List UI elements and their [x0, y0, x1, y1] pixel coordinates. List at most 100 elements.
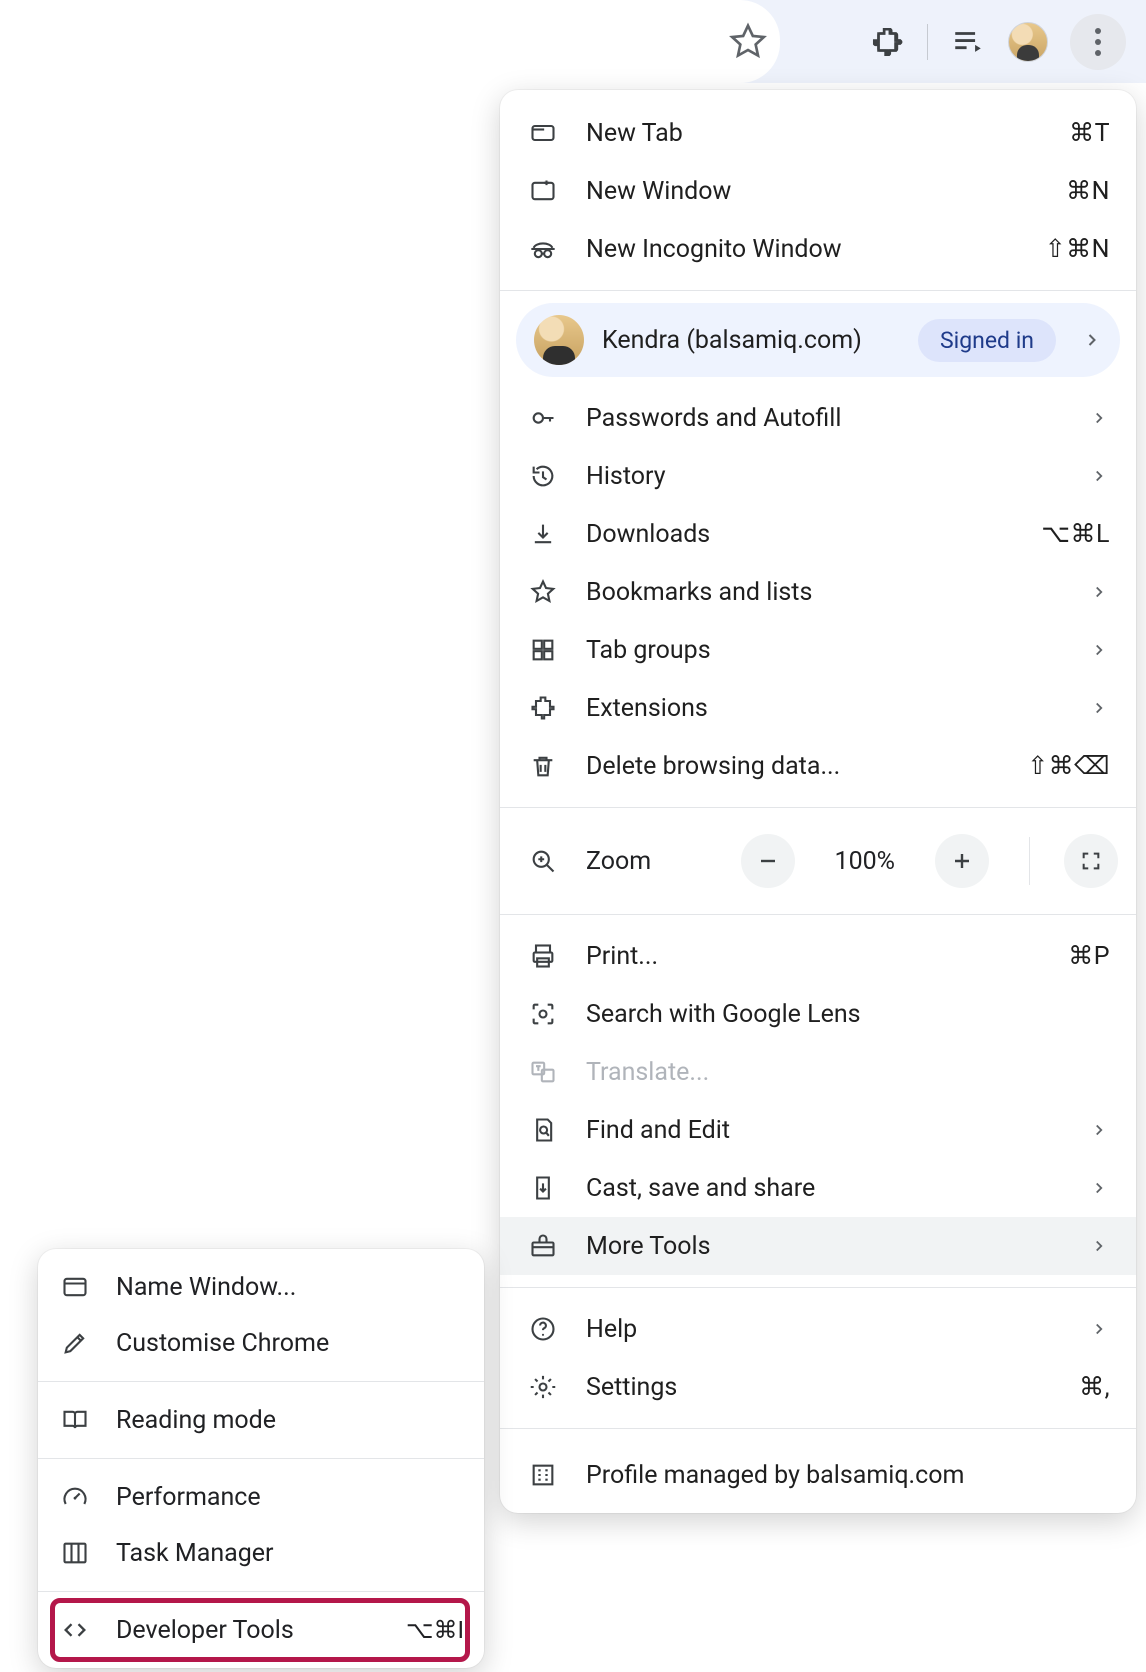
- menu-separator: [38, 1591, 484, 1592]
- menu-profile[interactable]: Kendra (balsamiq.com) Signed in: [516, 303, 1120, 377]
- menu-label: Translate...: [586, 1058, 1110, 1087]
- menu-print[interactable]: Print... ⌘P: [500, 927, 1136, 985]
- menu-history[interactable]: History: [500, 447, 1136, 505]
- submenu-performance[interactable]: Performance: [38, 1469, 484, 1525]
- submenu-label: Performance: [116, 1483, 464, 1512]
- menu-new-window[interactable]: New Window ⌘N: [500, 162, 1136, 220]
- more-menu-button[interactable]: [1070, 14, 1126, 70]
- incognito-icon: [526, 232, 560, 266]
- lens-icon: [526, 997, 560, 1031]
- speedometer-icon: [58, 1483, 92, 1511]
- menu-label: Downloads: [586, 520, 1015, 549]
- menu-label: Help: [586, 1315, 1062, 1344]
- menu-label: New Incognito Window: [586, 235, 1019, 264]
- shortcut: ⇧⌘N: [1045, 234, 1110, 264]
- chevron-right-icon: [1088, 583, 1110, 601]
- menu-cast-save-share[interactable]: Cast, save and share: [500, 1159, 1136, 1217]
- menu-label: History: [586, 462, 1062, 491]
- book-icon: [58, 1406, 92, 1434]
- menu-delete-browsing[interactable]: Delete browsing data... ⇧⌘⌫: [500, 737, 1136, 795]
- profile-label: Kendra (balsamiq.com): [602, 326, 900, 355]
- columns-icon: [58, 1539, 92, 1567]
- submenu-name-window[interactable]: Name Window...: [38, 1259, 484, 1315]
- chevron-right-icon: [1074, 330, 1102, 350]
- menu-label: Passwords and Autofill: [586, 404, 1062, 433]
- chevron-right-icon: [1088, 1121, 1110, 1139]
- menu-new-tab[interactable]: New Tab ⌘T: [500, 104, 1136, 162]
- submenu-task-manager[interactable]: Task Manager: [38, 1525, 484, 1581]
- chevron-right-icon: [1088, 1320, 1110, 1338]
- submenu-label: Reading mode: [116, 1406, 464, 1435]
- menu-label: Settings: [586, 1373, 1053, 1402]
- shortcut: ⌥⌘I: [406, 1616, 464, 1644]
- chevron-right-icon: [1088, 467, 1110, 485]
- avatar: [534, 315, 584, 365]
- address-bar-right: [0, 0, 780, 83]
- submenu-developer-tools[interactable]: Developer Tools ⌥⌘I: [38, 1602, 484, 1658]
- bookmark-star-icon[interactable]: [728, 21, 768, 61]
- zoom-in-button[interactable]: [935, 834, 989, 888]
- building-icon: [526, 1458, 560, 1492]
- shortcut: ⇧⌘⌫: [1027, 751, 1110, 781]
- menu-label: Find and Edit: [586, 1116, 1062, 1145]
- media-controls-icon[interactable]: [950, 24, 986, 60]
- submenu-customise-chrome[interactable]: Customise Chrome: [38, 1315, 484, 1371]
- menu-separator: [500, 807, 1136, 808]
- menu-passwords[interactable]: Passwords and Autofill: [500, 389, 1136, 447]
- menu-tab-groups[interactable]: Tab groups: [500, 621, 1136, 679]
- chevron-right-icon: [1088, 1179, 1110, 1197]
- toolbar-divider: [927, 24, 928, 60]
- menu-settings[interactable]: Settings ⌘,: [500, 1358, 1136, 1416]
- submenu-label: Name Window...: [116, 1273, 464, 1302]
- menu-google-lens[interactable]: Search with Google Lens: [500, 985, 1136, 1043]
- menu-separator: [38, 1381, 484, 1382]
- code-icon: [58, 1616, 92, 1644]
- menu-bookmarks[interactable]: Bookmarks and lists: [500, 563, 1136, 621]
- menu-more-tools[interactable]: More Tools: [500, 1217, 1136, 1275]
- menu-incognito[interactable]: New Incognito Window ⇧⌘N: [500, 220, 1136, 278]
- download-icon: [526, 517, 560, 551]
- menu-label: Search with Google Lens: [586, 1000, 1110, 1029]
- submenu-label: Developer Tools: [116, 1616, 382, 1645]
- help-icon: [526, 1312, 560, 1346]
- more-tools-submenu: Name Window... Customise Chrome Reading …: [38, 1249, 484, 1668]
- grid-icon: [526, 633, 560, 667]
- menu-label: Print...: [586, 942, 1042, 971]
- menu-label: Profile managed by balsamiq.com: [586, 1461, 1110, 1490]
- zoom-out-button[interactable]: [741, 834, 795, 888]
- menu-separator: [500, 290, 1136, 291]
- shortcut: ⌘N: [1066, 176, 1110, 206]
- menu-extensions[interactable]: Extensions: [500, 679, 1136, 737]
- history-icon: [526, 459, 560, 493]
- puzzle-icon: [526, 691, 560, 725]
- menu-label: More Tools: [586, 1232, 1062, 1261]
- trash-icon: [526, 749, 560, 783]
- menu-managed-profile[interactable]: Profile managed by balsamiq.com: [500, 1441, 1136, 1509]
- menu-help[interactable]: Help: [500, 1300, 1136, 1358]
- star-outline-icon: [526, 575, 560, 609]
- chevron-right-icon: [1088, 1237, 1110, 1255]
- menu-label: New Tab: [586, 119, 1043, 148]
- toolbar: [0, 0, 1146, 83]
- kebab-icon: [1095, 28, 1101, 56]
- chevron-right-icon: [1088, 699, 1110, 717]
- avatar[interactable]: [1008, 22, 1048, 62]
- fullscreen-button[interactable]: [1064, 834, 1118, 888]
- menu-label: Tab groups: [586, 636, 1062, 665]
- menu-separator: [500, 1287, 1136, 1288]
- toolbox-icon: [526, 1229, 560, 1263]
- translate-icon: [526, 1055, 560, 1089]
- menu-label: Extensions: [586, 694, 1062, 723]
- menu-label: Bookmarks and lists: [586, 578, 1062, 607]
- extensions-puzzle-icon[interactable]: [869, 24, 905, 60]
- menu-find-edit[interactable]: Find and Edit: [500, 1101, 1136, 1159]
- menu-translate: Translate...: [500, 1043, 1136, 1101]
- menu-separator: [38, 1458, 484, 1459]
- menu-label: Delete browsing data...: [586, 752, 1001, 781]
- chevron-right-icon: [1088, 409, 1110, 427]
- submenu-reading-mode[interactable]: Reading mode: [38, 1392, 484, 1448]
- gear-icon: [526, 1370, 560, 1404]
- window-icon: [58, 1273, 92, 1301]
- chevron-right-icon: [1088, 641, 1110, 659]
- menu-downloads[interactable]: Downloads ⌥⌘L: [500, 505, 1136, 563]
